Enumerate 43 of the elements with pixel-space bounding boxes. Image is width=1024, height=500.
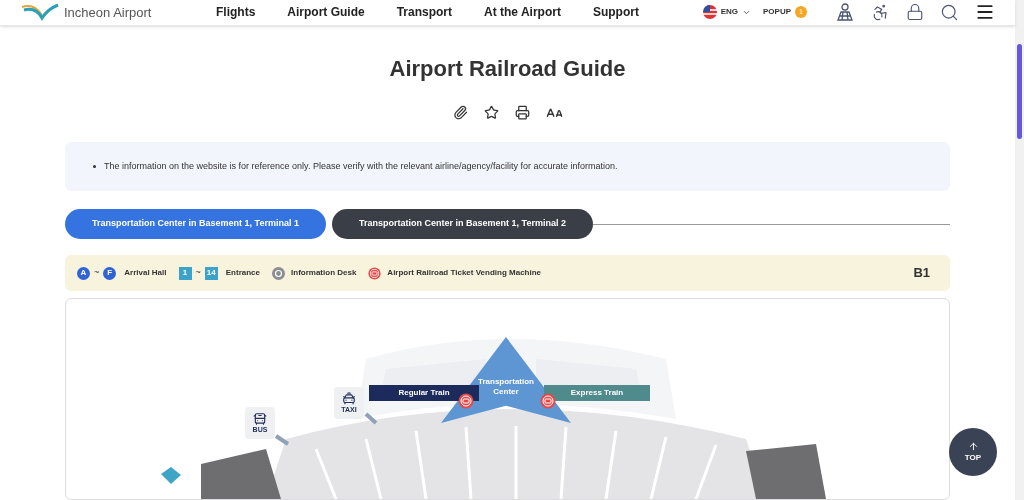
nav-link[interactable]: Support bbox=[592, 3, 639, 22]
info-desk-icon bbox=[272, 266, 285, 280]
nav-link[interactable]: Flights bbox=[216, 3, 256, 22]
hall-letter: A bbox=[77, 266, 90, 280]
logo-icon[interactable] bbox=[20, 3, 60, 22]
search-icon[interactable] bbox=[940, 2, 959, 22]
print-icon[interactable] bbox=[514, 104, 530, 120]
tab[interactable]: Transportation Center in Basement 1, Terminal 1 bbox=[65, 209, 326, 239]
tab[interactable]: Transportation Center in Basement 1, Terminal 2 bbox=[332, 209, 593, 239]
legend-label: Information Desk bbox=[291, 267, 357, 279]
arrow-up-icon bbox=[967, 440, 979, 452]
popup-button[interactable]: POPUP bbox=[763, 6, 791, 19]
range-separator: ~ bbox=[195, 266, 201, 280]
language-selector[interactable]: ENG bbox=[720, 6, 751, 19]
center-label: Transportation Center bbox=[477, 377, 535, 397]
bus-icon bbox=[253, 412, 267, 426]
taxi-icon bbox=[342, 392, 356, 406]
star-icon[interactable] bbox=[483, 104, 499, 120]
lock-icon[interactable] bbox=[906, 3, 924, 22]
legend-label: Entrance bbox=[225, 267, 260, 279]
page-title: Airport Railroad Guide bbox=[389, 54, 626, 83]
nav-link[interactable]: At the Airport bbox=[484, 3, 561, 22]
legend-label: Airport Railroad Ticket Vending Machine bbox=[387, 267, 542, 279]
nav-link[interactable]: Transport bbox=[396, 3, 452, 22]
back-to-top-button[interactable]: TOP bbox=[949, 428, 997, 476]
notice-text: The information on the website is for reference only. Please verify with the relevant airline/agency/facility for accurate information. bbox=[104, 159, 618, 173]
bullet-icon bbox=[93, 164, 96, 168]
range-separator: ~ bbox=[94, 266, 100, 280]
flag-icon bbox=[702, 5, 717, 20]
entrance-number: 14 bbox=[204, 266, 218, 280]
ticket-machine-icon bbox=[540, 393, 556, 409]
paperclip-icon[interactable] bbox=[452, 104, 468, 120]
hall-letter: F bbox=[103, 266, 117, 280]
train-line-label: Regular Train bbox=[369, 385, 479, 401]
ticket-machine-icon bbox=[458, 393, 474, 409]
train-line-label: Express Train bbox=[544, 385, 650, 401]
entrance-number: 1 bbox=[178, 266, 192, 280]
floor-label: B1 bbox=[913, 264, 930, 283]
logo-text[interactable]: Incheon Airport bbox=[64, 2, 152, 22]
nav-link[interactable]: Airport Guide bbox=[287, 3, 365, 22]
accessibility-icon[interactable] bbox=[871, 2, 890, 22]
legend-label: Arrival Hall bbox=[124, 267, 167, 279]
ticket-machine-icon bbox=[368, 266, 382, 280]
